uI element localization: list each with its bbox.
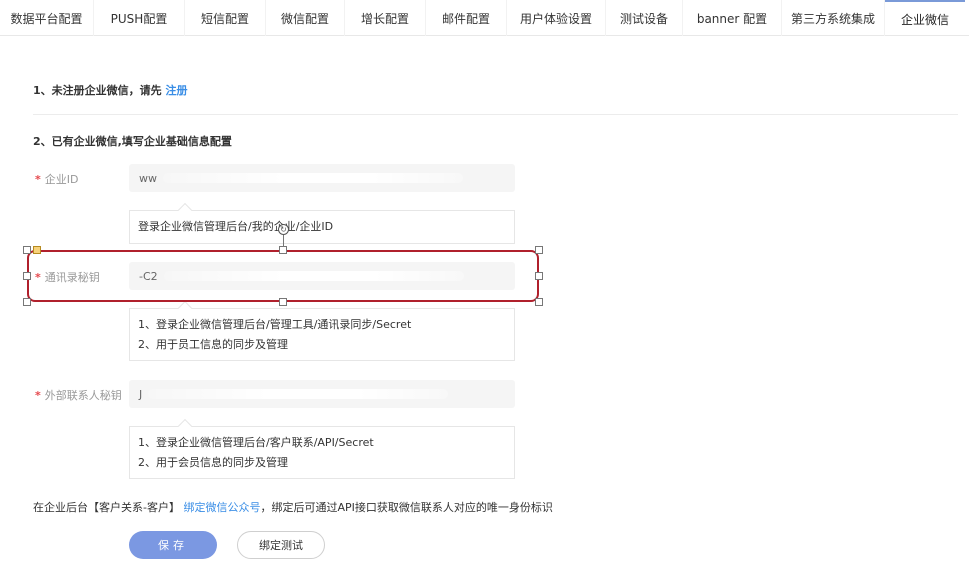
resize-handle-top[interactable] — [279, 246, 287, 254]
config-tabs: 数据平台配置 PUSH配置 短信配置 微信配置 增长配置 邮件配置 用户体验设置 测试设备 ba… — [0, 0, 969, 36]
external-secret-hint: 1、登录企业微信管理后台/客户联系/API/Secret 2、用于会员信息的同步… — [129, 418, 515, 479]
bind-test-button[interactable]: 绑定测试 — [237, 531, 325, 559]
resize-handle-bottom-right[interactable] — [535, 298, 543, 306]
tab-0[interactable]: 数据平台配置 — [0, 0, 93, 36]
resize-handle-right[interactable] — [535, 272, 543, 280]
register-link[interactable]: 注册 — [165, 84, 187, 97]
redacted-mask — [163, 173, 463, 183]
tab-1[interactable]: PUSH配置 — [94, 0, 184, 36]
tab-3[interactable]: 微信配置 — [266, 0, 344, 36]
config-section-title: 2、已有企业微信,填写企业基础信息配置 — [33, 135, 232, 148]
tab-5[interactable]: 邮件配置 — [426, 0, 506, 36]
adjust-handle-corner[interactable] — [33, 246, 41, 254]
redacted-mask — [148, 389, 449, 399]
rotate-handle-icon[interactable]: ↻ — [278, 224, 289, 235]
corp-id-label: * 企业ID — [35, 173, 79, 186]
contacts-secret-hint: 1、登录企业微信管理后台/管理工具/通讯录同步/Secret 2、用于员工信息的… — [129, 300, 515, 361]
save-button[interactable]: 保存 — [129, 531, 217, 559]
external-secret-label: * 外部联系人秘钥 — [35, 389, 122, 402]
register-prompt-text: 1、未注册企业微信，请先 — [33, 84, 166, 97]
external-secret-input[interactable]: J — [129, 380, 515, 408]
tab-2[interactable]: 短信配置 — [185, 0, 265, 36]
tab-4[interactable]: 增长配置 — [345, 0, 425, 36]
resize-handle-bottom[interactable] — [279, 298, 287, 306]
tab-10[interactable]: 企业微信 — [885, 0, 965, 36]
bind-wechat-link[interactable]: 绑定微信公众号 — [183, 501, 260, 514]
tab-7[interactable]: 测试设备 — [606, 0, 682, 36]
corp-id-hint: 登录企业微信管理后台/我的企业/企业ID — [129, 202, 515, 244]
resize-handle-left[interactable] — [23, 272, 31, 280]
resize-handle-top-right[interactable] — [535, 246, 543, 254]
tab-6[interactable]: 用户体验设置 — [507, 0, 605, 36]
resize-handle-bottom-left[interactable] — [23, 298, 31, 306]
section-divider — [33, 114, 958, 115]
tab-9[interactable]: 第三方系统集成 — [782, 0, 884, 36]
register-prompt: 1、未注册企业微信，请先 注册 — [33, 82, 187, 98]
tab-8[interactable]: banner 配置 — [683, 0, 781, 36]
annotation-rectangle[interactable] — [27, 250, 539, 302]
resize-handle-top-left[interactable] — [23, 246, 31, 254]
bind-wechat-note: 在企业后台【客户关系-客户】 绑定微信公众号，绑定后可通过API接口获取微信联系… — [33, 501, 553, 514]
corp-id-input[interactable]: ww — [129, 164, 515, 192]
